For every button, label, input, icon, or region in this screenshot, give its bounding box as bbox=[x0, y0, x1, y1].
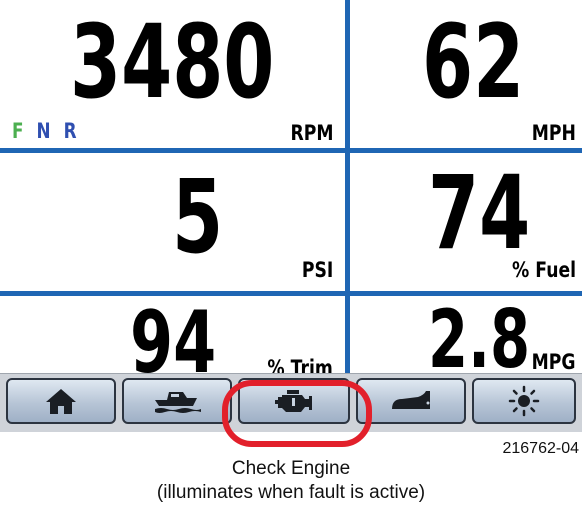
check-engine-callout bbox=[222, 380, 372, 447]
economy-unit: MPG bbox=[532, 350, 576, 373]
fuel-gauge: 74 % Fuel bbox=[350, 153, 582, 291]
gear-forward: F bbox=[12, 119, 24, 143]
gear-indicator: F N R bbox=[12, 121, 84, 142]
fuel-tank-icon bbox=[388, 389, 434, 413]
trim-value: 94 bbox=[130, 296, 217, 373]
pressure-gauge: 5 PSI bbox=[0, 153, 345, 291]
economy-gauge: 2.8 MPG bbox=[350, 296, 582, 374]
home-icon bbox=[44, 387, 78, 415]
gear-neutral: N bbox=[36, 119, 51, 143]
speed-unit: MPH bbox=[531, 121, 576, 145]
brightness-icon bbox=[508, 385, 540, 417]
rpm-gauge: 3480 F N R RPM bbox=[0, 0, 345, 148]
rpm-value: 3480 bbox=[70, 3, 275, 122]
fuel-value: 74 bbox=[428, 154, 531, 273]
caption-note: (illuminates when fault is active) bbox=[156, 482, 426, 503]
trim-unit: % Trim bbox=[267, 356, 333, 374]
economy-value: 2.8 bbox=[428, 296, 531, 374]
boat-icon bbox=[153, 388, 201, 414]
boat-button[interactable] bbox=[122, 378, 232, 424]
gear-reverse: R bbox=[63, 119, 77, 143]
fuel-unit: % Fuel bbox=[512, 258, 576, 282]
pressure-unit: PSI bbox=[301, 258, 333, 282]
speed-value: 62 bbox=[422, 3, 525, 122]
rpm-unit: RPM bbox=[289, 121, 333, 145]
fuel-tank-button[interactable] bbox=[356, 378, 466, 424]
figure-id: 216762-04 bbox=[502, 440, 579, 457]
pressure-value: 5 bbox=[172, 158, 224, 277]
gauge-display: 3480 F N R RPM 62 MPH 5 PSI 74 % Fuel 94… bbox=[0, 0, 582, 432]
speed-gauge: 62 MPH bbox=[350, 0, 582, 148]
brightness-button[interactable] bbox=[472, 378, 576, 424]
home-button[interactable] bbox=[6, 378, 116, 424]
trim-gauge: 94 % Trim bbox=[0, 296, 345, 373]
caption-title: Check Engine bbox=[231, 458, 351, 479]
